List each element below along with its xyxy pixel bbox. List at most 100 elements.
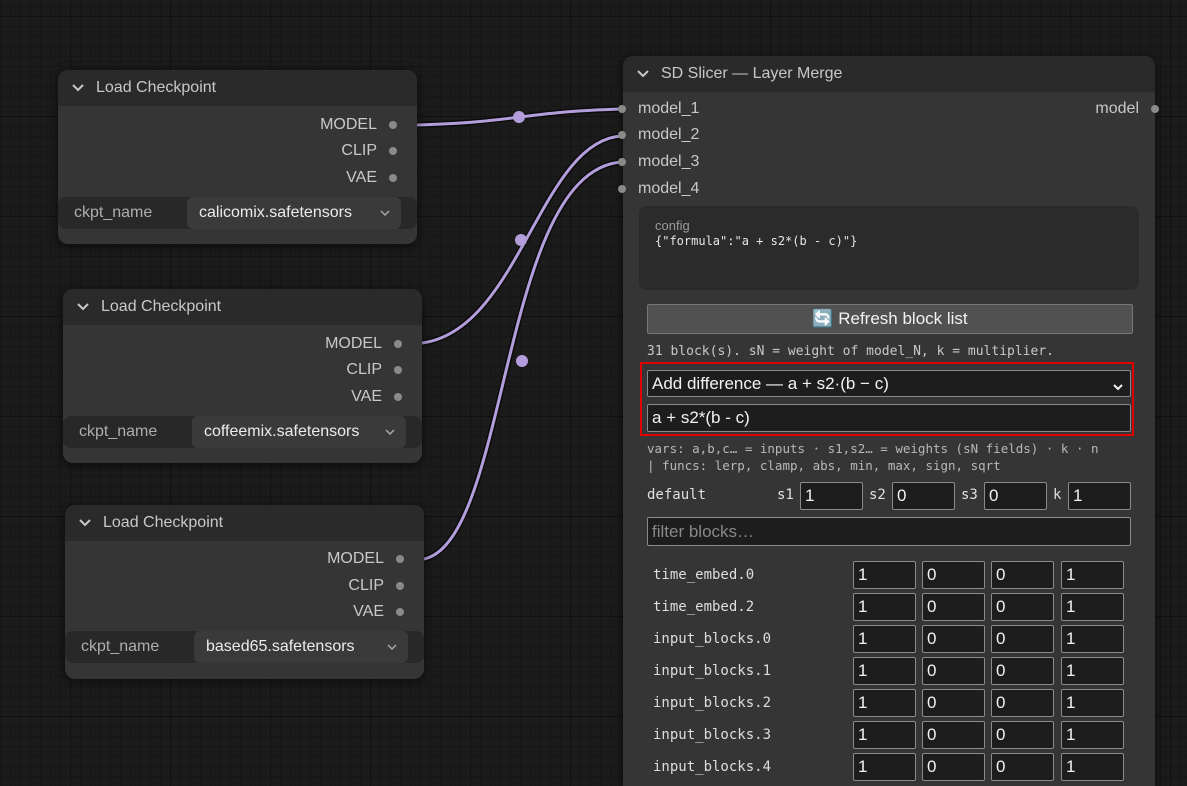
ckpt-name-widget[interactable]: ckpt_name based65.safetensors [65,631,424,663]
ckpt-name-widget[interactable]: ckpt_name coffeemix.safetensors [63,416,422,448]
default-k-input[interactable]: 1 [1068,482,1131,510]
block-s3-input[interactable]: 0 [991,593,1054,621]
block-k-input[interactable]: 1 [1061,561,1124,589]
output-label: model [1095,100,1139,117]
link-midpoint [513,111,525,123]
refresh-block-list-button[interactable]: 🔄 Refresh block list [647,304,1133,334]
block-s1-input[interactable]: 1 [853,753,916,781]
input-value: 1 [1066,597,1076,616]
ckpt-name-combo[interactable]: based65.safetensors [194,631,408,663]
input-value: 1 [1066,629,1076,648]
chevron-down-icon[interactable] [68,78,88,98]
block-s3-input[interactable]: 0 [991,561,1054,589]
ckpt-name-widget[interactable]: ckpt_name calicomix.safetensors [58,197,417,229]
config-widget[interactable]: config {"formula":"a + s2*(b - c)"} [639,206,1139,290]
filter-placeholder: filter blocks… [652,521,755,541]
block-s3-input[interactable]: 0 [991,753,1054,781]
block-info-text: 31 block(s). sN = weight of model_N, k =… [647,344,1054,359]
combo-value: calicomix.safetensors [199,204,352,221]
block-k-input[interactable]: 1 [1061,721,1124,749]
block-s3-input[interactable]: 0 [991,625,1054,653]
input-model-1[interactable]: model_1 [618,96,699,122]
block-s2-input[interactable]: 0 [922,753,985,781]
block-s2-input[interactable]: 0 [922,721,985,749]
config-value[interactable]: {"formula":"a + s2*(b - c)"} [655,234,857,248]
help-text-line-2: | funcs: lerp, clamp, abs, min, max, sig… [647,458,1001,473]
load-checkpoint-node-3[interactable]: Load Checkpoint MODEL CLIP VAE ckpt_name… [65,505,424,679]
input-value: 0 [927,693,937,712]
input-slot-dot[interactable] [618,158,626,166]
input-model-2[interactable]: model_2 [618,122,699,148]
ckpt-name-combo[interactable]: coffeemix.safetensors [192,416,406,448]
preset-select[interactable]: Add difference — a + s2·(b − c) [647,370,1131,397]
output-slot-dot[interactable] [1151,105,1159,113]
block-s1-input[interactable]: 1 [853,625,916,653]
formula-input[interactable]: a + s2*(b - c) [647,404,1131,432]
output-slot-dot[interactable] [389,174,397,182]
output-vae[interactable]: VAE [346,165,417,191]
load-checkpoint-node-1[interactable]: Load Checkpoint MODEL CLIP VAE ckpt_name… [58,70,417,244]
block-s1-input[interactable]: 1 [853,689,916,717]
block-s2-input[interactable]: 0 [922,689,985,717]
input-value: 0 [996,565,1006,584]
input-slot-dot[interactable] [618,131,626,139]
default-s3-input[interactable]: 0 [984,482,1047,510]
output-slot-dot[interactable] [396,608,404,616]
block-s1-input[interactable]: 1 [853,721,916,749]
block-s2-input[interactable]: 0 [922,561,985,589]
output-clip[interactable]: CLIP [341,138,417,164]
block-s1-input[interactable]: 1 [853,593,916,621]
input-model-4[interactable]: model_4 [618,176,700,202]
output-model[interactable]: MODEL [327,546,424,572]
output-slot-dot[interactable] [396,555,404,563]
default-s1-input[interactable]: 1 [800,482,863,510]
link-midpoint [516,355,528,367]
chevron-down-icon[interactable] [75,513,95,533]
block-s2-input[interactable]: 0 [922,657,985,685]
output-slot-dot[interactable] [389,147,397,155]
output-vae[interactable]: VAE [353,599,424,625]
output-clip[interactable]: CLIP [346,357,422,383]
help-text-line-1: vars: a,b,c… = inputs · s1,s2… = weights… [647,441,1099,456]
block-s2-input[interactable]: 0 [922,625,985,653]
output-model[interactable]: MODEL [325,331,422,357]
output-vae[interactable]: VAE [351,384,422,410]
block-s3-input[interactable]: 0 [991,657,1054,685]
chevron-down-icon[interactable] [633,64,653,84]
node-title-bar[interactable]: Load Checkpoint [65,505,424,541]
formula-value: a + s2*(b - c) [652,408,750,427]
filter-blocks-input[interactable]: filter blocks… [647,517,1131,546]
output-slot-dot[interactable] [389,121,397,129]
block-s1-input[interactable]: 1 [853,657,916,685]
node-title-bar[interactable]: Load Checkpoint [63,289,422,325]
block-s1-input[interactable]: 1 [853,561,916,589]
block-k-input[interactable]: 1 [1061,657,1124,685]
output-slot-dot[interactable] [396,582,404,590]
block-k-input[interactable]: 1 [1061,625,1124,653]
output-slot-dot[interactable] [394,366,402,374]
block-row-name: input_blocks.0 [653,631,772,647]
input-model-3[interactable]: model_3 [618,149,699,175]
output-slot-dot[interactable] [394,340,402,348]
node-title-bar[interactable]: Load Checkpoint [58,70,417,106]
node-title-bar[interactable]: SD Slicer — Layer Merge [623,56,1155,92]
output-model[interactable]: model [1095,96,1159,122]
output-clip[interactable]: CLIP [348,573,424,599]
block-k-input[interactable]: 1 [1061,593,1124,621]
load-checkpoint-node-2[interactable]: Load Checkpoint MODEL CLIP VAE ckpt_name… [63,289,422,463]
output-model[interactable]: MODEL [320,112,417,138]
input-slot-dot[interactable] [618,185,626,193]
sd-slicer-node[interactable]: SD Slicer — Layer Merge model_1 model_2 … [618,56,1159,786]
block-k-input[interactable]: 1 [1061,689,1124,717]
block-s3-input[interactable]: 0 [991,689,1054,717]
input-slot-dot[interactable] [618,105,626,113]
block-s3-input[interactable]: 0 [991,721,1054,749]
chevron-down-icon[interactable] [73,297,93,317]
block-k-input[interactable]: 1 [1061,753,1124,781]
ckpt-name-combo[interactable]: calicomix.safetensors [187,197,401,229]
default-s2-input[interactable]: 0 [892,482,955,510]
input-label: model_4 [638,180,700,197]
output-slot-dot[interactable] [394,393,402,401]
input-value: 1 [858,629,868,648]
block-s2-input[interactable]: 0 [922,593,985,621]
